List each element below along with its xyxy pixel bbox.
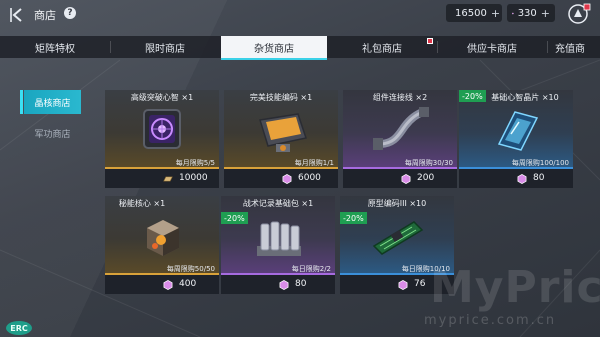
shop-item-card[interactable]: 基础心智晶片 ×10 -20% 每周限购100/100 80 (459, 90, 573, 188)
rarity-bar (224, 167, 338, 169)
tab-label: 供应卡商店 (467, 43, 517, 55)
tab-recharge-shop[interactable]: 充值商 (547, 36, 600, 58)
page-title: 商店 (34, 9, 56, 22)
new-badge-icon (427, 38, 433, 44)
shop-item-card[interactable]: 组件连接线 ×2 每周限购30/30 200 (343, 90, 457, 188)
item-title: 高级突破心智 ×1 (130, 93, 194, 102)
tab-gift-pack-shop[interactable]: 礼包商店 (327, 36, 437, 58)
price-row: 10000 (105, 170, 219, 188)
item-title: 秘能核心 ×1 (118, 199, 166, 208)
price-row: 80 (459, 170, 573, 188)
tab-grocery-shop[interactable]: 杂货商店 (221, 36, 327, 60)
shop-tabs: 矩阵特权 限时商店 杂货商店 礼包商店 供应卡商店 充值商 (0, 36, 600, 60)
rarity-bar (105, 273, 219, 275)
item-price: 80 (295, 279, 307, 289)
crystal-value: 330 (517, 7, 537, 19)
tab-label: 礼包商店 (362, 43, 402, 55)
price-row: 80 (221, 276, 335, 294)
game-logo: ERC (6, 321, 32, 335)
price-row: 6000 (224, 170, 338, 188)
help-icon[interactable]: ? (64, 7, 76, 19)
tab-label: 限时商店 (145, 43, 185, 55)
crystal-add-button[interactable]: + (541, 7, 550, 20)
price-row: 200 (343, 170, 457, 188)
item-title: 战术记录基础包 ×1 (242, 199, 314, 208)
crystal-icon (398, 280, 408, 290)
rarity-bar (459, 167, 573, 169)
crystal-currency[interactable]: 330 + (507, 4, 555, 22)
svg-text:ERC: ERC (10, 324, 28, 333)
component-cable-icon (373, 107, 429, 150)
gold-bar-icon (163, 176, 173, 182)
back-button[interactable] (6, 4, 28, 26)
back-arrow-icon (10, 8, 22, 22)
item-title: 完美技能编码 ×1 (249, 93, 313, 102)
rarity-bar (105, 167, 219, 169)
tab-matrix-privilege[interactable]: 矩阵特权 (0, 36, 110, 58)
side-nav-label: 晶核商店 (34, 98, 71, 109)
advanced-breakthrough-chip-icon (143, 109, 181, 149)
crystal-icon (401, 174, 411, 184)
notification-bell-icon[interactable] (566, 2, 592, 26)
item-price: 10000 (179, 173, 208, 183)
prototype-code-iii-icon (372, 221, 424, 255)
item-title: 组件连接线 ×2 (372, 93, 428, 102)
price-row: 400 (105, 276, 219, 294)
shop-item-card[interactable]: 完美技能编码 ×1 每月限购1/1 6000 (224, 90, 338, 188)
crystal-icon (512, 12, 514, 14)
crystal-icon (163, 280, 173, 290)
arcane-core-icon (147, 220, 179, 256)
side-nav-crystal-core-shop[interactable]: 晶核商店 (20, 90, 81, 114)
perfect-skill-code-icon (259, 113, 307, 152)
watermark-url: myprice.com.cn (424, 313, 557, 328)
side-nav-merit-shop[interactable]: 军功商店 (24, 121, 81, 145)
item-price: 76 (414, 279, 426, 289)
tab-label: 充值商 (555, 43, 585, 55)
rarity-bar (343, 167, 457, 169)
crystal-icon (279, 280, 289, 290)
shop-item-card[interactable]: 高级突破心智 ×1 每月限购5/5 10000 (105, 90, 219, 188)
item-price: 400 (179, 279, 197, 289)
item-price: 6000 (298, 173, 321, 183)
item-title: 基础心智晶片 ×10 (491, 93, 559, 102)
watermark: MyPrice (430, 262, 600, 313)
side-nav-label: 军功商店 (34, 129, 71, 140)
crystal-icon (517, 174, 527, 184)
top-bar: 商店 ? 16500 + 330 + (0, 0, 600, 30)
shop-item-card[interactable]: 战术记录基础包 ×1 -20% 每日限购2/2 80 (221, 196, 335, 294)
crystal-icon (282, 174, 292, 184)
gold-add-button[interactable]: + (491, 7, 500, 20)
tab-label: 矩阵特权 (35, 43, 75, 55)
item-title: 原型编码III ×10 (367, 199, 427, 208)
gold-currency[interactable]: 16500 + (446, 4, 502, 22)
tab-supply-card-shop[interactable]: 供应卡商店 (437, 36, 547, 58)
rarity-bar (221, 273, 335, 275)
tab-limited-shop[interactable]: 限时商店 (110, 36, 220, 58)
item-price: 200 (417, 173, 435, 183)
item-price: 80 (533, 173, 545, 183)
tab-label: 杂货商店 (254, 43, 294, 55)
basic-mind-chip-icon (497, 111, 539, 151)
discount-badge: -20% (459, 90, 486, 102)
tactical-record-pack-icon (257, 221, 301, 256)
shop-item-card[interactable]: 秘能核心 ×1 每周限购50/50 400 (105, 196, 219, 294)
gold-value: 16500 (455, 7, 487, 19)
